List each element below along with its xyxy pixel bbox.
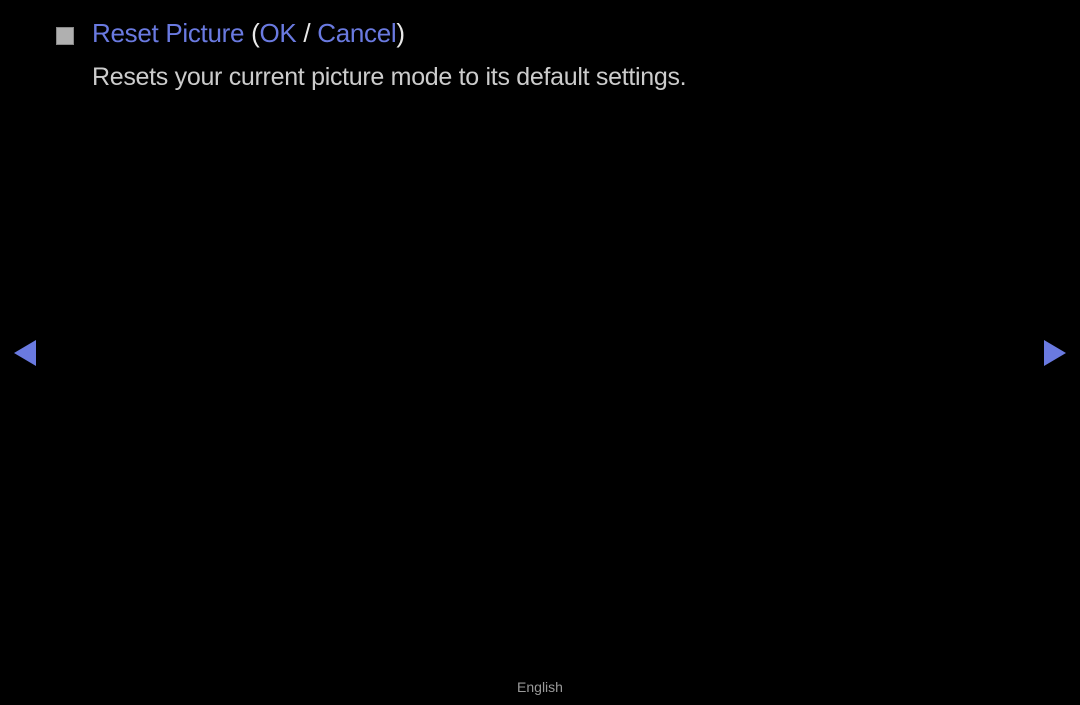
footer-language: English [0,679,1080,695]
triangle-right-icon [1044,340,1066,366]
setting-name: Reset Picture [92,18,244,48]
triangle-left-icon [14,340,36,366]
nav-next-button[interactable] [1044,340,1066,371]
paren-open: ( [244,18,259,48]
nav-prev-button[interactable] [14,340,36,371]
option-ok: OK [259,18,296,48]
setting-title: Reset Picture (OK / Cancel) [92,18,405,49]
help-content: Reset Picture (OK / Cancel) Resets your … [56,18,1024,92]
title-row: Reset Picture (OK / Cancel) [56,18,1024,49]
setting-description: Resets your current picture mode to its … [92,63,1024,92]
option-separator: / [296,18,317,48]
paren-close: ) [396,18,404,48]
bullet-square-icon [56,27,74,45]
option-cancel: Cancel [317,18,396,48]
